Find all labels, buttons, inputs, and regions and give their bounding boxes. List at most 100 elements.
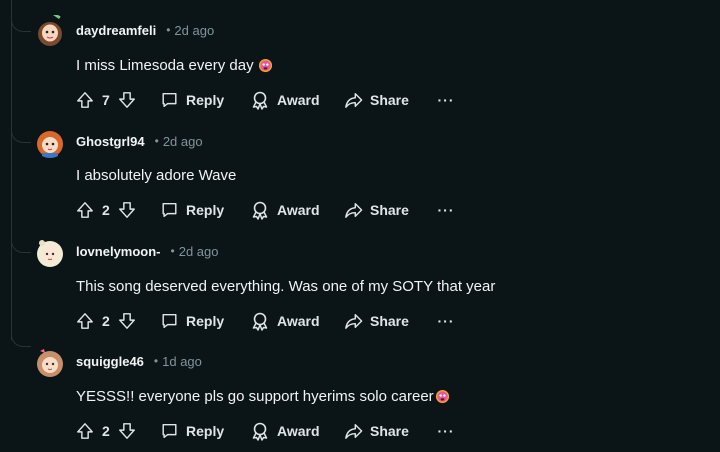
reply-label: Reply: [186, 313, 225, 329]
award-label: Award: [277, 202, 320, 218]
share-button[interactable]: Share: [344, 201, 436, 219]
more-options-button[interactable]: ···: [436, 92, 456, 108]
comment-bubble-icon: [162, 313, 177, 329]
share-button[interactable]: Share: [344, 91, 436, 109]
reply-label: Reply: [186, 423, 225, 439]
avatar[interactable]: [33, 344, 67, 378]
comment-meta: squiggle46 • 1d ago: [76, 351, 202, 371]
vote-count: 2: [102, 313, 110, 329]
more-options-icon: ···: [437, 92, 455, 108]
vote-group: 2: [76, 201, 160, 219]
reply-label: Reply: [186, 92, 225, 108]
award-icon: [252, 201, 268, 220]
upvote-icon[interactable]: [76, 312, 94, 330]
award-label: Award: [277, 92, 320, 108]
share-label: Share: [370, 92, 409, 108]
reply-button[interactable]: Reply: [160, 201, 250, 219]
share-arrow-icon: [345, 92, 363, 108]
crying-face-icon: [258, 58, 273, 73]
author-name[interactable]: daydreamfeli: [76, 23, 156, 38]
more-options-button[interactable]: ···: [436, 202, 456, 218]
comment-body: I absolutely adore Wave: [76, 167, 236, 184]
upvote-icon[interactable]: [76, 201, 94, 219]
award-button[interactable]: Award: [250, 90, 344, 110]
avatar[interactable]: [33, 13, 67, 47]
author-name[interactable]: Ghostgrl94: [76, 134, 145, 149]
downvote-icon[interactable]: [118, 91, 136, 109]
award-button[interactable]: Award: [250, 421, 344, 441]
comment-actions: 7 Reply Award Share ···: [76, 88, 456, 112]
comment: squiggle46 • 1d ago YESSS!! everyone pls…: [0, 331, 720, 443]
more-options-button[interactable]: ···: [436, 423, 456, 439]
avatar-image: [33, 124, 67, 158]
share-arrow-icon: [345, 313, 363, 329]
timestamp[interactable]: 2d ago: [179, 244, 219, 259]
comment-bubble-icon: [162, 423, 177, 439]
award-button[interactable]: Award: [250, 311, 344, 331]
share-button[interactable]: Share: [344, 422, 436, 440]
vote-count: 7: [102, 92, 110, 108]
share-label: Share: [370, 423, 409, 439]
comment-actions: 2 Reply Award Share ···: [76, 419, 456, 443]
more-options-button[interactable]: ···: [436, 313, 456, 329]
comment-actions: 2 Reply Award Share ···: [76, 309, 456, 333]
award-label: Award: [277, 313, 320, 329]
comment-text: YESSS!! everyone pls go support hyerims …: [76, 388, 434, 405]
more-options-icon: ···: [437, 313, 455, 329]
downvote-icon[interactable]: [118, 422, 136, 440]
thread-connector: [11, 331, 31, 347]
reply-label: Reply: [186, 202, 225, 218]
comment-meta: lovnelymoon- • 2d ago: [76, 241, 218, 261]
award-label: Award: [277, 423, 320, 439]
timestamp[interactable]: 2d ago: [163, 134, 203, 149]
award-button[interactable]: Award: [250, 200, 344, 220]
avatar-image: [33, 13, 67, 47]
share-arrow-icon: [345, 423, 363, 439]
comment-actions: 2 Reply Award Share ···: [76, 198, 456, 222]
comment-bubble-icon: [162, 92, 177, 108]
reply-button[interactable]: Reply: [160, 422, 250, 440]
reply-button[interactable]: Reply: [160, 91, 250, 109]
comment: lovnelymoon- • 2d ago This song deserved…: [0, 221, 720, 333]
share-label: Share: [370, 202, 409, 218]
avatar-image: [33, 344, 67, 378]
reply-button[interactable]: Reply: [160, 312, 250, 330]
vote-count: 2: [102, 423, 110, 439]
comment-body: YESSS!! everyone pls go support hyerims …: [76, 388, 450, 405]
comment-text: This song deserved everything. Was one o…: [76, 278, 496, 295]
vote-group: 7: [76, 91, 160, 109]
comment-body: I miss Limesoda every day: [76, 57, 273, 74]
upvote-icon[interactable]: [76, 422, 94, 440]
comment-thread: daydreamfeli • 2d ago I miss Limesoda ev…: [0, 0, 720, 452]
meta-separator: •: [166, 23, 171, 37]
vote-count: 2: [102, 202, 110, 218]
author-name[interactable]: lovnelymoon-: [76, 244, 161, 259]
meta-separator: •: [154, 134, 159, 148]
downvote-icon[interactable]: [118, 201, 136, 219]
comment-meta: daydreamfeli • 2d ago: [76, 20, 214, 40]
upvote-icon[interactable]: [76, 91, 94, 109]
meta-separator: •: [153, 354, 159, 368]
downvote-icon[interactable]: [118, 312, 136, 330]
meta-separator: •: [170, 244, 175, 258]
timestamp[interactable]: 2d ago: [174, 23, 214, 38]
avatar-image: [33, 234, 67, 268]
share-button[interactable]: Share: [344, 312, 436, 330]
comment: daydreamfeli • 2d ago I miss Limesoda ev…: [0, 0, 720, 112]
award-icon: [252, 422, 268, 441]
timestamp[interactable]: 1d ago: [162, 354, 202, 369]
comment-bubble-icon: [162, 202, 177, 218]
more-options-icon: ···: [437, 423, 455, 439]
thread-connector: [11, 237, 31, 253]
vote-group: 2: [76, 312, 160, 330]
share-label: Share: [370, 313, 409, 329]
comment-meta: Ghostgrl94 • 2d ago: [76, 131, 203, 151]
author-name[interactable]: squiggle46: [76, 354, 144, 369]
avatar[interactable]: [33, 124, 67, 158]
award-icon: [252, 312, 268, 331]
avatar[interactable]: [33, 234, 67, 268]
award-icon: [252, 91, 268, 110]
comment-text: I absolutely adore Wave: [76, 167, 237, 184]
share-arrow-icon: [345, 202, 363, 218]
thread-connector: [11, 16, 31, 32]
